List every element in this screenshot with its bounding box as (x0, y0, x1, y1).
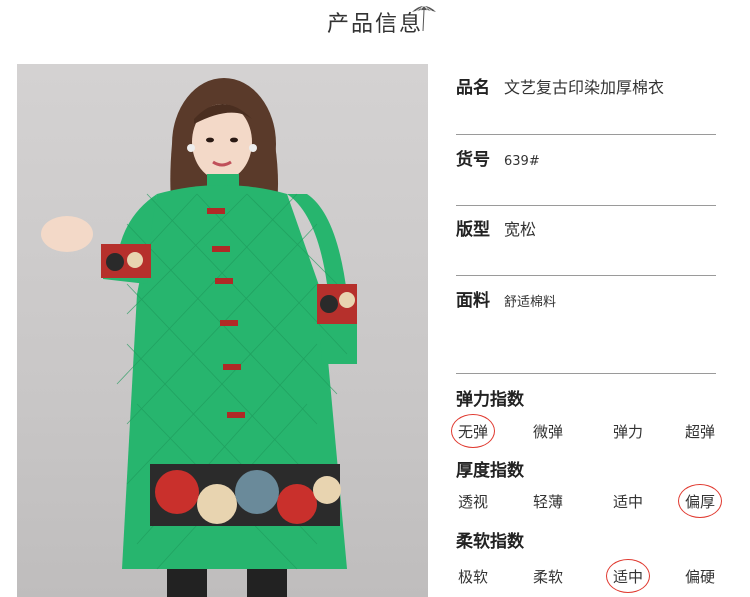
stretch-option: 弹力 (612, 423, 643, 441)
product-name-row: 品名 文艺复古印染加厚棉衣 (456, 73, 664, 98)
softness-option: 偏硬 (684, 568, 715, 586)
divider (456, 373, 716, 374)
softness-option: 极软 (457, 568, 488, 586)
softness-option: 柔软 (532, 568, 563, 586)
fit-label: 版型 (456, 220, 490, 240)
thickness-option: 偏厚 (675, 484, 725, 518)
stretch-option: 超弹 (684, 423, 715, 441)
page-title: 产品信息 (326, 12, 423, 37)
product-name-label: 品名 (456, 78, 490, 98)
divider (456, 134, 716, 135)
divider (456, 205, 716, 206)
stretch-index-title: 弹力指数 (456, 390, 524, 410)
sku-row: 货号 639# (456, 145, 540, 170)
softness-option: 适中 (603, 559, 653, 593)
thickness-option: 轻薄 (532, 493, 563, 511)
thickness-option: 适中 (612, 493, 643, 511)
thickness-index-title: 厚度指数 (456, 461, 524, 481)
product-name-value: 文艺复古印染加厚棉衣 (504, 78, 665, 97)
fit-value: 宽松 (504, 220, 537, 239)
fabric-value: 舒适棉料 (504, 295, 557, 310)
lotus-leaf-icon (412, 4, 436, 32)
product-photo (17, 64, 428, 597)
stretch-option: 无弹 (448, 414, 498, 448)
fabric-label: 面料 (456, 291, 490, 311)
thickness-option: 透视 (457, 493, 488, 511)
fabric-row: 面料 舒适棉料 (456, 286, 556, 311)
sku-label: 货号 (456, 150, 490, 170)
divider (456, 275, 716, 276)
sku-value: 639# (504, 154, 540, 169)
fit-row: 版型 宽松 (456, 215, 536, 240)
softness-index-title: 柔软指数 (456, 532, 524, 552)
stretch-option: 微弹 (532, 423, 563, 441)
